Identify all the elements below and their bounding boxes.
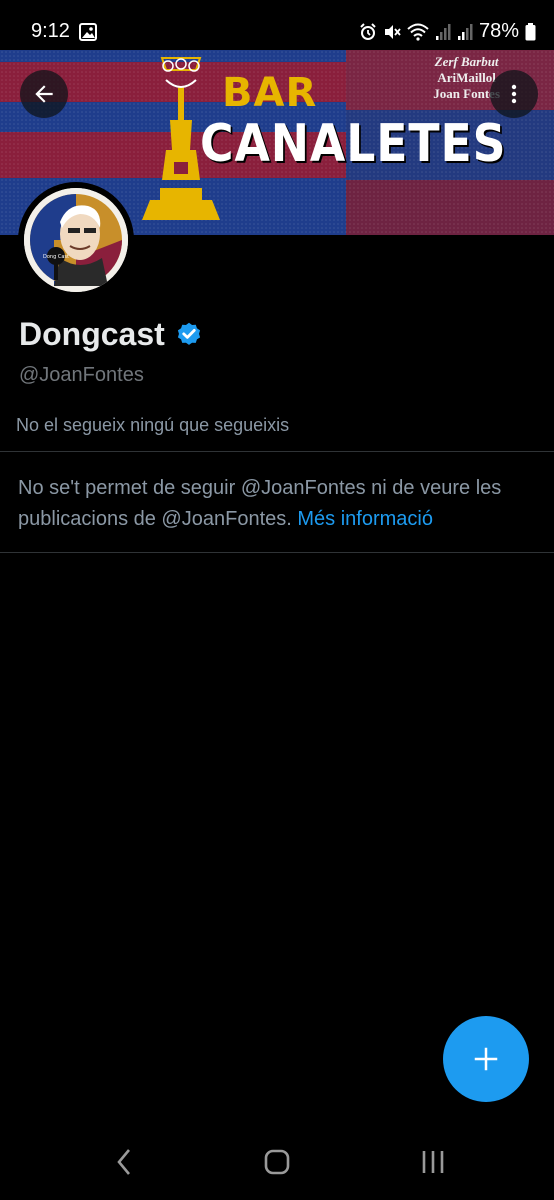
status-icons: 78% [359,20,536,43]
battery-icon [525,22,536,41]
banner-credit: Zerf Barbut [434,54,499,69]
compose-button[interactable] [443,1016,529,1102]
display-name-text: Dongcast [19,316,165,352]
gallery-icon [79,23,97,46]
nav-home-button[interactable] [247,1144,307,1180]
user-handle: @JoanFontes [19,364,144,386]
verified-badge-icon[interactable] [175,321,203,349]
recents-icon [422,1151,444,1173]
blocked-message: No se't permet de seguir @JoanFontes ni … [18,473,543,535]
divider [0,552,554,553]
signal-icon [435,23,451,41]
avatar[interactable]: Dong Cast [18,182,134,298]
status-bar: 9:12 78% [0,0,554,56]
avatar-image: Dong Cast [24,188,128,292]
signal-icon [457,23,473,41]
nav-back-button[interactable] [94,1144,154,1180]
wifi-icon [407,23,429,41]
avatar-caption: Dong Cast [43,254,69,260]
divider [0,451,554,452]
arrow-left-icon [35,85,53,103]
more-info-link[interactable]: Més informació [297,508,433,530]
banner-title-bar: BAR [222,70,318,116]
more-vertical-icon [511,84,517,104]
banner-title-canaletes: CANALETES [200,114,507,174]
followed-by-text: No el segueix ningú que segueixis [16,415,290,435]
banner-credit: AriMaillol [437,70,496,85]
chevron-left-icon [117,1149,130,1175]
android-nav-bar [0,1126,554,1200]
status-time: 9:12 [31,20,70,42]
home-icon [264,1149,290,1175]
back-button[interactable] [20,70,68,118]
display-name: Dongcast [19,316,203,353]
plus-icon [474,1047,498,1071]
alarm-icon [359,22,377,41]
nav-recents-button[interactable] [403,1144,463,1180]
mute-icon [383,23,401,41]
battery-level: 78% [478,20,519,42]
more-options-button[interactable] [490,70,538,118]
